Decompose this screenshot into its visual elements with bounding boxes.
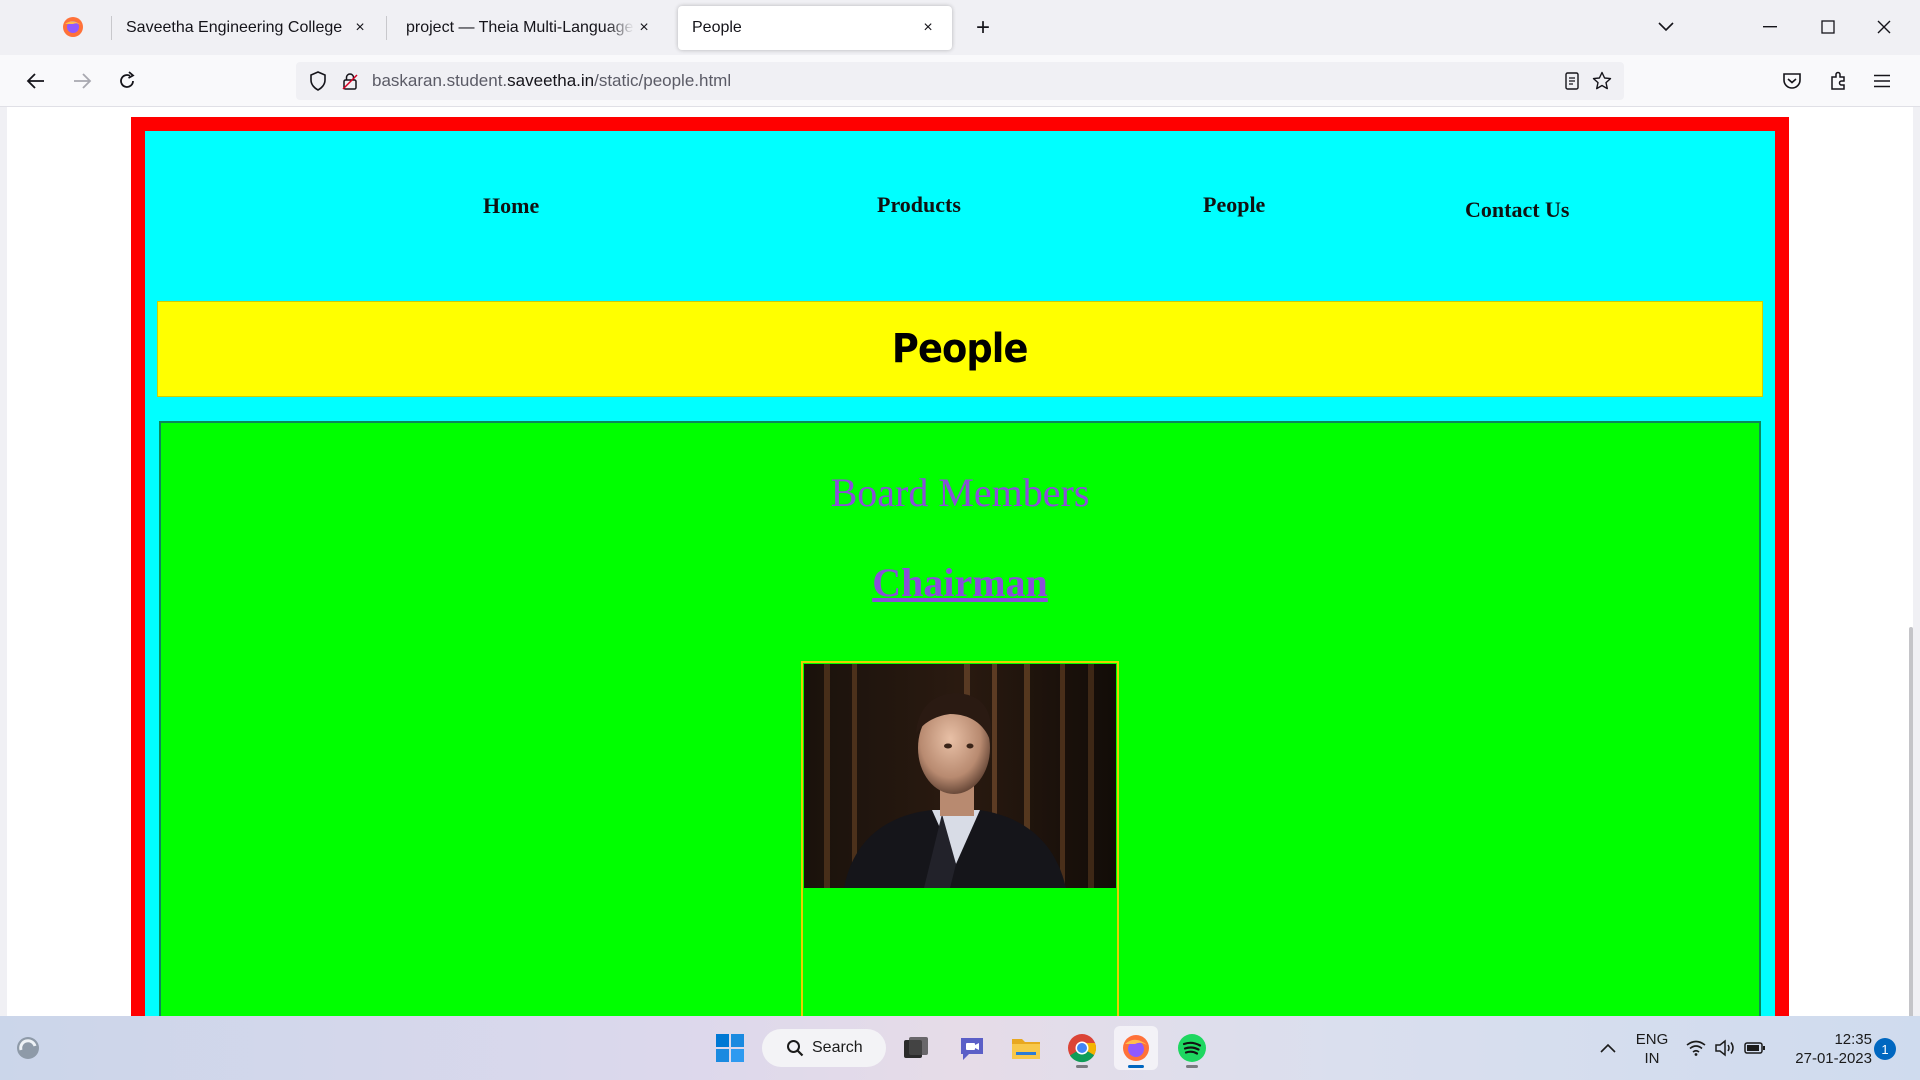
tab-strip: Saveetha Engineering College × project —… [0, 0, 1920, 55]
url-text[interactable]: baskaran.student.saveetha.in/static/peop… [372, 71, 731, 91]
system-tray-icons[interactable] [1676, 1026, 1776, 1070]
reader-view-icon[interactable] [1560, 69, 1584, 93]
nav-link-products[interactable]: Products [877, 192, 961, 218]
app-menu-icon[interactable] [1866, 65, 1898, 97]
taskbar-search[interactable]: Search [762, 1029, 886, 1067]
task-view-icon[interactable] [894, 1026, 938, 1070]
language-code: ENG [1635, 1031, 1669, 1048]
close-tab-icon[interactable]: × [634, 18, 654, 38]
notification-badge[interactable]: 1 [1874, 1038, 1896, 1060]
navigation-toolbar: baskaran.student.saveetha.in/static/peop… [0, 55, 1920, 107]
bookmark-star-icon[interactable] [1590, 69, 1614, 93]
close-window-icon[interactable] [1866, 10, 1902, 44]
lock-icon[interactable] [338, 69, 362, 93]
nav-link-home[interactable]: Home [483, 193, 539, 219]
scrollbar-thumb[interactable] [1909, 627, 1913, 1016]
firefox-view-icon[interactable] [58, 12, 88, 42]
page-scrollbar[interactable] [1907, 107, 1913, 1016]
address-bar[interactable]: baskaran.student.saveetha.in/static/peop… [296, 62, 1624, 100]
weather-widget-icon[interactable] [6, 1026, 50, 1070]
clock-date: 27-01-2023 [1795, 1050, 1872, 1067]
clock-time: 12:35 [1834, 1031, 1872, 1048]
header-section: Home Products People Contact Us People B… [145, 131, 1775, 1016]
active-indicator [1128, 1065, 1144, 1068]
forward-icon[interactable] [66, 65, 98, 97]
nav-link-contact-us[interactable]: Contact Us [1465, 197, 1570, 223]
search-icon [786, 1039, 804, 1057]
section-title: Board Members [830, 470, 1090, 515]
browser-window: Saveetha Engineering College × project —… [0, 0, 1920, 1016]
running-indicator [1076, 1065, 1088, 1068]
running-indicator [1186, 1065, 1198, 1068]
volume-icon [1714, 1039, 1736, 1057]
battery-icon [1744, 1041, 1766, 1055]
nav-link-people[interactable]: People [1203, 192, 1265, 218]
back-icon[interactable] [20, 65, 52, 97]
extensions-icon[interactable] [1822, 65, 1854, 97]
chrome-icon[interactable] [1060, 1026, 1104, 1070]
url-domain: saveetha.in [507, 71, 595, 90]
list-all-tabs-icon[interactable] [1648, 10, 1684, 44]
pocket-icon[interactable] [1776, 65, 1808, 97]
chairman-card [801, 661, 1119, 1016]
tab-title: project — Theia Multi-Language Ex [406, 19, 634, 36]
page-viewport: Home Products People Contact Us People B… [7, 107, 1913, 1016]
tab-title: Saveetha Engineering College [126, 19, 343, 36]
close-tab-icon[interactable]: × [918, 18, 938, 38]
wifi-icon [1686, 1040, 1706, 1056]
url-path: /static/people.html [594, 71, 732, 90]
tab-saveetha[interactable]: Saveetha Engineering College × [112, 6, 384, 50]
taskbar: Search ENG IN 12:35 27-01-2023 1 [0, 1016, 1920, 1080]
close-tab-icon[interactable]: × [350, 18, 370, 38]
start-icon[interactable] [708, 1026, 752, 1070]
red-page-frame: Home Products People Contact Us People B… [131, 117, 1789, 1016]
minimize-icon[interactable] [1752, 10, 1788, 44]
url-prefix: baskaran.student. [372, 71, 508, 90]
file-explorer-icon[interactable] [1004, 1026, 1048, 1070]
input-language[interactable]: ENG IN [1630, 1030, 1674, 1068]
tab-separator [386, 16, 387, 40]
teams-chat-icon[interactable] [950, 1026, 994, 1070]
chairman-heading: Chairman [161, 559, 1759, 606]
region-code: IN [1644, 1050, 1660, 1067]
chairman-link[interactable]: Chairman [872, 560, 1048, 605]
tab-theia[interactable]: project — Theia Multi-Language Ex × [392, 6, 668, 50]
spotify-icon[interactable] [1170, 1026, 1214, 1070]
chevron-up-icon[interactable] [1588, 1026, 1628, 1070]
reload-icon[interactable] [111, 65, 143, 97]
tab-title: People [692, 19, 742, 36]
page-title: People [892, 326, 1029, 372]
new-tab-button[interactable]: + [968, 13, 998, 43]
page-title-banner: People [157, 301, 1763, 397]
clock[interactable]: 12:35 27-01-2023 [1784, 1030, 1872, 1068]
maximize-icon[interactable] [1810, 10, 1846, 44]
tab-people[interactable]: People × [678, 6, 952, 50]
search-label: Search [812, 1039, 863, 1056]
chairman-photo [804, 664, 1116, 888]
firefox-taskbar-icon[interactable] [1114, 1026, 1158, 1070]
shield-icon[interactable] [306, 69, 330, 93]
board-members-section: Board Members Chairman [159, 421, 1761, 1016]
